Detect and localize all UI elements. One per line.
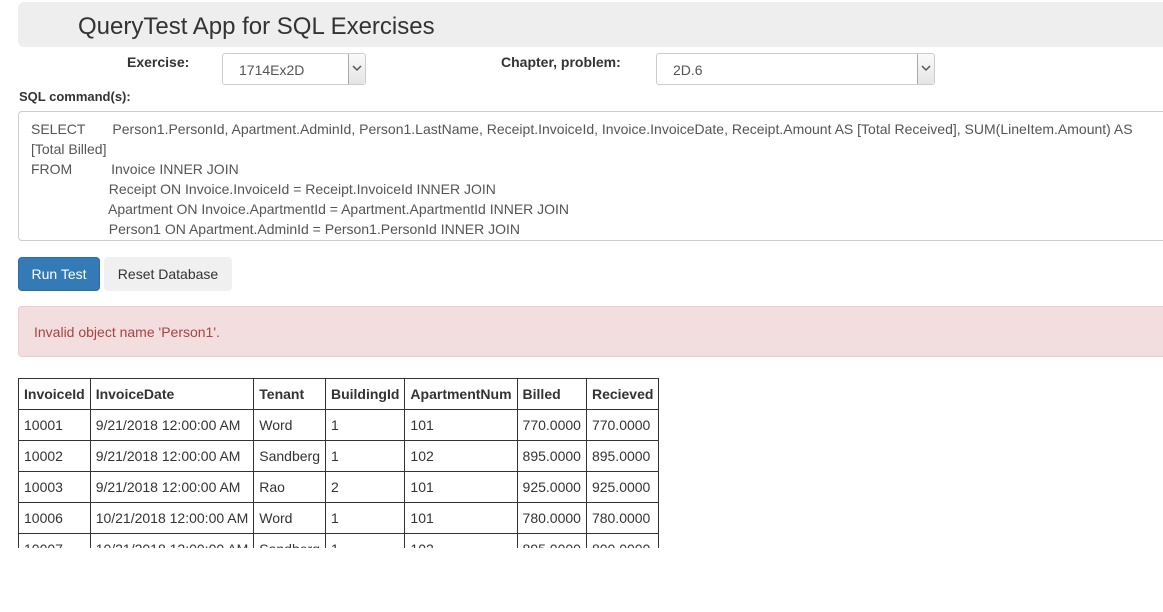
- exercise-select-value: 1714Ex2D: [239, 62, 305, 78]
- table-cell: Word: [253, 502, 326, 534]
- exercise-label: Exercise:: [127, 54, 190, 70]
- page-title: QueryTest App for SQL Exercises: [78, 13, 435, 40]
- table-cell: 925.0000: [516, 471, 587, 503]
- error-alert: Invalid object name 'Person1'.: [18, 306, 1163, 357]
- table-cell: 9/21/2018 12:00:00 AM: [89, 471, 255, 503]
- app-header: QueryTest App for SQL Exercises: [18, 2, 1163, 47]
- table-cell: 101: [404, 409, 518, 441]
- sql-line: FROM Invoice INNER JOIN: [31, 161, 239, 177]
- sql-label: SQL command(s):: [19, 89, 131, 104]
- sql-line: Receipt ON Invoice.InvoiceId = Receipt.I…: [31, 181, 496, 197]
- table-row: 10003 9/21/2018 12:00:00 AM Rao 2 101 92…: [18, 471, 660, 503]
- table-cell: 895.0000: [516, 440, 587, 472]
- chapter-select-value: 2D.6: [673, 62, 703, 78]
- table-header-row: InvoiceId InvoiceDate Tenant BuildingId …: [18, 378, 660, 410]
- chapter-select[interactable]: 2D.6: [656, 53, 935, 85]
- table-cell: 10006: [18, 502, 91, 534]
- table-cell: 895.0000: [516, 533, 587, 548]
- table-cell: 10002: [18, 440, 91, 472]
- table-cell: Sandberg: [253, 440, 326, 472]
- table-cell: 9/21/2018 12:00:00 AM: [89, 409, 255, 441]
- table-row: 10007 10/21/2018 12:00:00 AM Sandberg 1 …: [18, 533, 660, 548]
- table-cell: 1: [324, 502, 406, 534]
- table-cell: 2: [324, 471, 406, 503]
- results-table: InvoiceId InvoiceDate Tenant BuildingId …: [18, 378, 660, 548]
- chevron-down-icon[interactable]: [348, 54, 365, 84]
- table-cell: Sandberg: [253, 533, 326, 548]
- column-header: Billed: [516, 378, 587, 410]
- table-cell: 895.0000: [585, 440, 660, 472]
- table-row: 10006 10/21/2018 12:00:00 AM Word 1 101 …: [18, 502, 660, 534]
- table-row: 10002 9/21/2018 12:00:00 AM Sandberg 1 1…: [18, 440, 660, 472]
- table-cell: 102: [404, 440, 518, 472]
- table-cell: 102: [404, 533, 518, 548]
- exercise-select[interactable]: 1714Ex2D: [222, 53, 366, 85]
- table-cell: 925.0000: [585, 471, 660, 503]
- chapter-label: Chapter, problem:: [501, 54, 621, 70]
- table-cell: 1: [324, 440, 406, 472]
- sql-textarea[interactable]: SELECT Person1.PersonId, Apartment.Admin…: [18, 111, 1163, 241]
- table-cell: 10001: [18, 409, 91, 441]
- column-header: InvoiceDate: [89, 378, 255, 410]
- column-header: BuildingId: [324, 378, 406, 410]
- table-cell: Word: [253, 409, 326, 441]
- reset-database-button[interactable]: Reset Database: [104, 257, 232, 291]
- table-cell: 10007: [18, 533, 91, 548]
- results-table-container: InvoiceId InvoiceDate Tenant BuildingId …: [18, 378, 718, 548]
- table-cell: 770.0000: [516, 409, 587, 441]
- sql-line: SELECT Person1.PersonId, Apartment.Admin…: [31, 121, 1133, 137]
- table-cell: Rao: [253, 471, 326, 503]
- sql-line: Person1 ON Apartment.AdminId = Person1.P…: [31, 221, 521, 237]
- table-cell: 101: [404, 471, 518, 503]
- sql-line: Apartment ON Invoice.ApartmentId = Apart…: [31, 201, 570, 217]
- table-cell: 780.0000: [516, 502, 587, 534]
- error-message: Invalid object name 'Person1'.: [34, 324, 220, 340]
- table-cell: 780.0000: [585, 502, 660, 534]
- column-header: ApartmentNum: [404, 378, 518, 410]
- column-header: Recieved: [585, 378, 660, 410]
- column-header: InvoiceId: [18, 378, 91, 410]
- table-cell: 10/21/2018 12:00:00 AM: [89, 533, 255, 548]
- table-cell: 10003: [18, 471, 91, 503]
- table-cell: 770.0000: [585, 409, 660, 441]
- column-header: Tenant: [253, 378, 326, 410]
- chevron-down-icon[interactable]: [917, 54, 934, 84]
- table-cell: 1: [324, 409, 406, 441]
- table-cell: 1: [324, 533, 406, 548]
- table-row: 10001 9/21/2018 12:00:00 AM Word 1 101 7…: [18, 409, 660, 441]
- table-cell: 800.0000: [585, 533, 660, 548]
- table-cell: 101: [404, 502, 518, 534]
- table-cell: 10/21/2018 12:00:00 AM: [89, 502, 255, 534]
- run-test-button[interactable]: Run Test: [18, 257, 100, 291]
- table-cell: 9/21/2018 12:00:00 AM: [89, 440, 255, 472]
- sql-line: [Total Billed]: [31, 141, 107, 157]
